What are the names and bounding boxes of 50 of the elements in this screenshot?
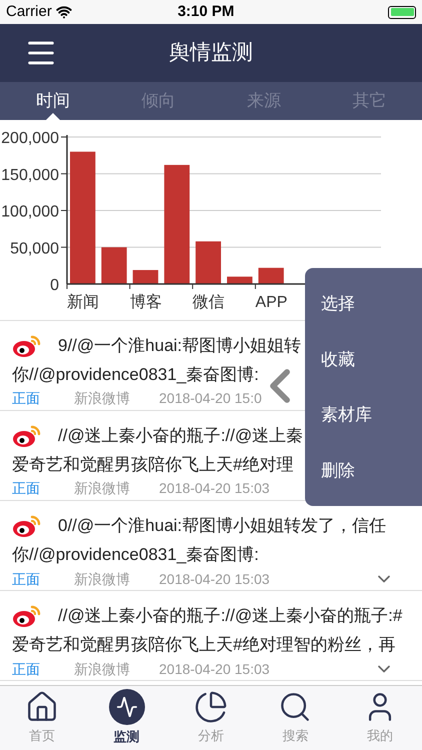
axis-label: 100,000 xyxy=(1,204,59,220)
bar xyxy=(132,270,158,284)
post-text: //@迷上秦小奋的瓶子://@迷上秦小奋的瓶子:# xyxy=(58,604,402,627)
clock: 3:10 PM xyxy=(176,2,236,22)
axis-label: 50,000 xyxy=(10,240,59,258)
source-label: 新浪微博 xyxy=(74,479,131,497)
weibo-logo-icon xyxy=(12,424,42,448)
source-label: 新浪微博 xyxy=(74,570,131,588)
post-text: 你//@providence0831_秦奋图博: xyxy=(12,364,259,386)
tab-indicator-icon xyxy=(46,113,60,120)
weibo-logo-icon xyxy=(12,514,42,538)
post-time: 2018-04-20 15:03 xyxy=(159,570,271,588)
post-row[interactable]: //@迷上秦小奋的瓶子://@迷上秦小奋的瓶子:# 爱奇艺和觉醒男孩陪你飞上天#绝对理智的粉丝，再 正面 新浪微博 2018-04-20 15:03 xyxy=(0,591,422,681)
post-time: 2018-04-20 15:03 xyxy=(159,660,271,678)
axis-label: 微信 xyxy=(192,294,225,311)
bar xyxy=(101,247,127,284)
axis-label: 博客 xyxy=(130,294,162,311)
tab-bar-item[interactable]: 监测 xyxy=(84,686,169,750)
axis-label: 0 xyxy=(50,277,59,294)
axis-label: APP xyxy=(255,294,288,311)
filter-tab[interactable]: 时间 xyxy=(0,82,106,120)
post-text: 0//@一个淮huai:帮图博小姐姐转发了，信任 xyxy=(58,514,386,537)
pulse-icon xyxy=(108,689,145,726)
analysis-icon xyxy=(194,690,228,724)
wifi-icon xyxy=(56,4,72,20)
axis-label: 新闻 xyxy=(67,294,99,311)
axis-label: 150,000 xyxy=(1,166,59,184)
sentiment-label: 正面 xyxy=(12,389,41,407)
post-text: 爱奇艺和觉醒男孩陪你飞上天#绝对理智的粉丝，再 xyxy=(12,634,396,656)
sentiment-label: 正面 xyxy=(12,660,41,678)
post-text: //@迷上秦小奋的瓶子://@迷上秦 xyxy=(58,424,304,447)
battery-icon xyxy=(388,6,416,18)
menu-item[interactable]: 收藏 xyxy=(305,332,422,387)
sentiment-label: 正面 xyxy=(12,479,41,497)
bar xyxy=(196,241,221,284)
weibo-logo-icon xyxy=(12,604,42,628)
menu-item[interactable]: 删除 xyxy=(305,442,422,498)
carrier-label: Carrier xyxy=(6,2,52,22)
source-label: 新浪微博 xyxy=(74,389,131,407)
header-title: 舆情监测 xyxy=(169,40,253,66)
weibo-logo-icon xyxy=(12,334,42,358)
bar xyxy=(258,268,284,284)
post-text: 9//@一个淮huai:帮图博小姐姐转 xyxy=(58,334,302,357)
sentiment-label: 正面 xyxy=(12,570,41,588)
post-time: 2018-04-20 15:03 xyxy=(159,479,271,497)
post-text: 你//@providence0831_秦奋图博: xyxy=(12,544,259,566)
axis-label: 200,000 xyxy=(1,130,59,147)
source-label: 新浪微博 xyxy=(74,660,131,678)
post-text: 爱奇艺和觉醒男孩陪你飞上天#绝对理 xyxy=(12,454,294,476)
post-time: 2018-04-20 15:0 xyxy=(159,389,263,407)
